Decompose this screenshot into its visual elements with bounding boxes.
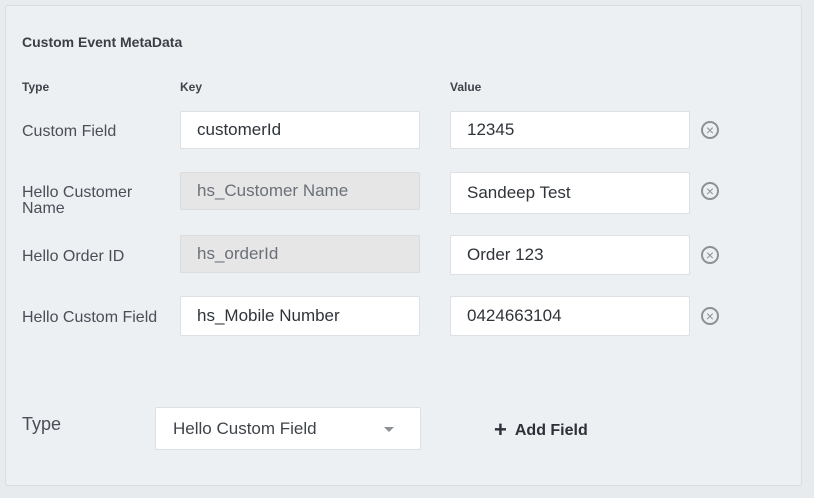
remove-row-icon[interactable]: × <box>701 121 719 139</box>
row-type-label: Custom Field <box>22 123 117 140</box>
key-input: hs_Customer Name <box>180 172 420 210</box>
value-input[interactable]: 12345 <box>450 111 690 149</box>
key-input[interactable]: customerId <box>180 111 420 149</box>
row-type-label: Hello Order ID <box>22 248 125 265</box>
column-header-type: Type <box>22 80 50 94</box>
remove-row-icon[interactable]: × <box>701 246 719 264</box>
row-type-label: Hello Customer Name <box>22 185 132 217</box>
remove-row-icon[interactable]: × <box>701 182 719 200</box>
row-type-label: Hello Custom Field <box>22 309 158 326</box>
plus-icon: + <box>494 417 507 442</box>
value-input[interactable]: 0424663104 <box>450 296 690 336</box>
column-header-key: Key <box>180 80 203 94</box>
key-input[interactable]: hs_Mobile Number <box>180 296 420 336</box>
row-type-label-line2: Name <box>22 200 65 217</box>
column-header-value: Value <box>450 80 482 94</box>
type-select[interactable]: Hello Custom Field <box>155 407 421 450</box>
type-select-label: Type <box>22 414 62 434</box>
remove-row-icon[interactable]: × <box>701 307 719 325</box>
add-field-label: Add Field <box>514 422 588 439</box>
add-field-button[interactable]: + Add Field <box>494 417 588 443</box>
key-input: hs_orderId <box>180 235 420 273</box>
section-title: Custom Event MetaData <box>22 34 183 50</box>
type-select-value: Hello Custom Field <box>173 419 317 438</box>
row-type-label-line1: Hello Customer <box>22 184 133 201</box>
value-input[interactable]: Order 123 <box>450 235 690 275</box>
caret-down-icon <box>384 427 394 432</box>
value-input[interactable]: Sandeep Test <box>450 172 690 214</box>
